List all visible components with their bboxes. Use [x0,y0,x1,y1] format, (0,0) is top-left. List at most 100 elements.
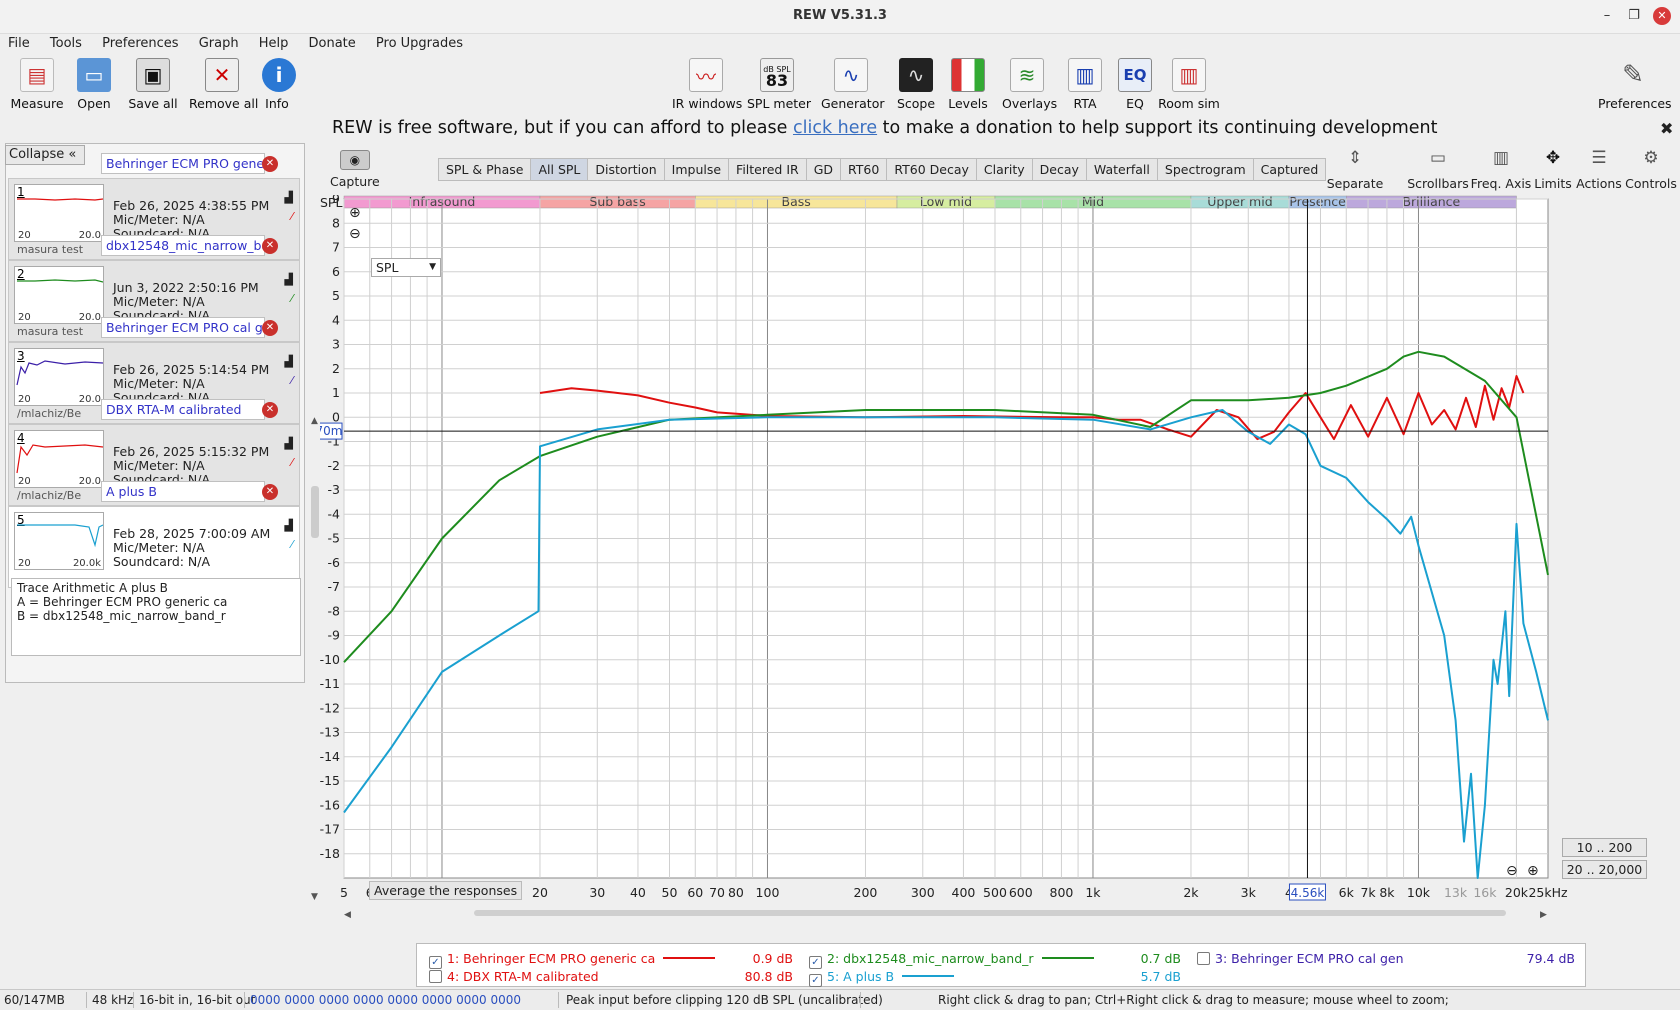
scrollbars-button[interactable]: ▭ Scrollbars [1405,148,1471,191]
preferences-button[interactable]: ✎ Preferences [1598,58,1672,111]
measurement-name-field[interactable]: DBX RTA-M calibrated [101,399,265,420]
panel-scrollbar[interactable] [311,486,319,538]
eq-settings-icon[interactable]: ▟ [285,519,293,532]
measurement-name-field[interactable]: dbx12548_mic_narrow_ban [101,235,265,256]
tab-spl-phase[interactable]: SPL & Phase [438,158,532,181]
legend-item[interactable]: 4: DBX RTA-M calibrated [429,969,599,984]
spl-graph[interactable]: Infrasound Sub bass Bass Low mid Mid Upper mi… [320,195,1680,940]
range-10-200-button[interactable]: 10 .. 200 [1562,838,1647,857]
tab-captured[interactable]: Captured [1252,158,1327,181]
trace-color-icon[interactable]: ⁄ [291,210,293,223]
scroll-up-icon[interactable]: ▲ [311,416,318,426]
donate-link[interactable]: click here [793,118,877,138]
x-tick-label: 10k [1407,885,1431,900]
generator-button[interactable]: ∿ Generator [821,58,884,111]
menu-graph[interactable]: Graph [191,34,247,54]
tab-impulse[interactable]: Impulse [663,158,730,181]
save-all-button[interactable]: ▣ Save all [127,58,179,111]
menu-tools[interactable]: Tools [42,34,90,54]
menu-file[interactable]: File [0,34,38,54]
thumbnail-axis-low: 20 [18,394,31,405]
spl-select[interactable]: SPL ▼ [371,258,441,277]
eq-settings-icon[interactable]: ▟ [285,437,293,450]
controls-button[interactable]: ⚙ Controls [1625,148,1677,191]
ir-windows-button[interactable]: 〰 IR windows [672,58,742,111]
legend-checkbox[interactable]: ✓ [809,956,822,969]
measurement-name-field[interactable]: Behringer ECM PRO generi [101,153,265,174]
measurement-name-field[interactable]: A plus B [101,481,265,502]
close-window-button[interactable]: ✕ [1653,7,1671,25]
legend-line-swatch [1041,957,1094,959]
trace-color-icon[interactable]: ⁄ [291,538,293,551]
measurement-thumbnail: 2 20 20.0 [14,266,104,324]
legend-checkbox[interactable]: ✓ [809,974,822,987]
tab-rt60-decay[interactable]: RT60 Decay [886,158,977,181]
capture-button[interactable]: ◉ Capture [330,150,380,189]
remove-measurement-icon[interactable]: ✕ [262,402,278,418]
tab-distortion[interactable]: Distortion [587,158,665,181]
eq-settings-icon[interactable]: ▟ [285,355,293,368]
close-banner-button[interactable]: ✖ [1660,119,1673,138]
legend-item[interactable]: ✓ 5: A plus B [809,969,955,987]
levels-button[interactable]: Levels [948,58,988,111]
trace-color-icon[interactable]: ⁄ [291,374,293,387]
thumbnail-axis-high: 20.0 [78,476,101,487]
scroll-down-icon[interactable]: ▼ [311,892,318,902]
remove-measurement-icon[interactable]: ✕ [262,484,278,500]
tab-rt60[interactable]: RT60 [840,158,888,181]
eq-button[interactable]: EQ EQ [1117,58,1153,111]
legend-item[interactable]: ✓ 1: Behringer ECM PRO generic ca [429,951,716,969]
legend-label: 4: DBX RTA-M calibrated [447,969,599,984]
remove-measurement-icon[interactable]: ✕ [262,238,278,254]
range-20-20000-button[interactable]: 20 .. 20,000 [1562,860,1647,879]
legend-item[interactable]: 3: Behringer ECM PRO cal gen [1197,951,1404,966]
y-tick-label: -5 [328,531,340,546]
menu-help[interactable]: Help [251,34,297,54]
measurement-card[interactable]: 5 20 20.0k Feb 28, 2025 7:00:09 AM Mic/Meter… [8,506,300,588]
separate-button[interactable]: ⇕ Separate [1322,148,1388,191]
legend-label: 5: A plus B [827,969,895,984]
open-button[interactable]: ▭ Open [72,58,116,111]
tab-all-spl[interactable]: All SPL [530,158,589,181]
scope-button[interactable]: ∿ Scope [896,58,936,111]
generator-icon: ∿ [834,58,868,92]
minimize-button[interactable]: – [1598,7,1616,25]
measurement-date: Jun 3, 2022 2:50:16 PM [113,280,259,295]
tab-filtered-ir[interactable]: Filtered IR [728,158,807,181]
limits-button[interactable]: ✥ Limits [1533,148,1573,191]
remove-measurement-icon[interactable]: ✕ [262,320,278,336]
average-responses-button[interactable]: Average the responses [369,881,523,900]
spl-meter-button[interactable]: dB SPL 83 SPL meter [747,58,811,111]
actions-button[interactable]: ☰ Actions [1575,148,1623,191]
tab-waterfall[interactable]: Waterfall [1085,158,1158,181]
maximize-button[interactable]: ❐ [1625,7,1643,25]
menu-preferences[interactable]: Preferences [94,34,186,54]
eq-settings-icon[interactable]: ▟ [285,191,293,204]
measurement-name-field[interactable]: Behringer ECM PRO cal gen [101,317,265,338]
overlays-button[interactable]: ≋ Overlays [1002,58,1057,111]
menu-pro-upgrades[interactable]: Pro Upgrades [368,34,471,54]
tab-gd[interactable]: GD [805,158,842,181]
measure-button[interactable]: ▤ Measure [10,58,64,111]
legend-checkbox[interactable]: ✓ [429,956,442,969]
legend-checkbox[interactable] [1197,952,1210,965]
rta-button[interactable]: ▥ RTA [1066,58,1104,111]
collapse-button[interactable]: Collapse « [5,145,85,165]
legend-item[interactable]: ✓ 2: dbx12548_mic_narrow_band_r [809,951,1094,969]
trace-color-icon[interactable]: ⁄ [291,292,293,305]
eq-settings-icon[interactable]: ▟ [285,273,293,286]
room-sim-button[interactable]: ▥ Room sim [1158,58,1220,111]
freq-axis-button[interactable]: ▥ Freq. Axis [1470,148,1532,191]
tab-decay[interactable]: Decay [1031,158,1087,181]
remove-measurement-icon[interactable]: ✕ [262,156,278,172]
measurement-notes[interactable]: Trace Arithmetic A plus B A = Behringer … [11,578,301,656]
info-button[interactable]: i Info [262,58,296,111]
remove-all-button[interactable]: ✕ Remove all [189,58,258,111]
camera-icon: ◉ [339,150,370,170]
tab-spectrogram[interactable]: Spectrogram [1156,158,1254,181]
menu-donate[interactable]: Donate [301,34,364,54]
trace-color-icon[interactable]: ⁄ [291,456,293,469]
tab-clarity[interactable]: Clarity [975,158,1033,181]
thumbnail-trace [17,524,103,548]
legend-checkbox[interactable] [429,970,442,983]
